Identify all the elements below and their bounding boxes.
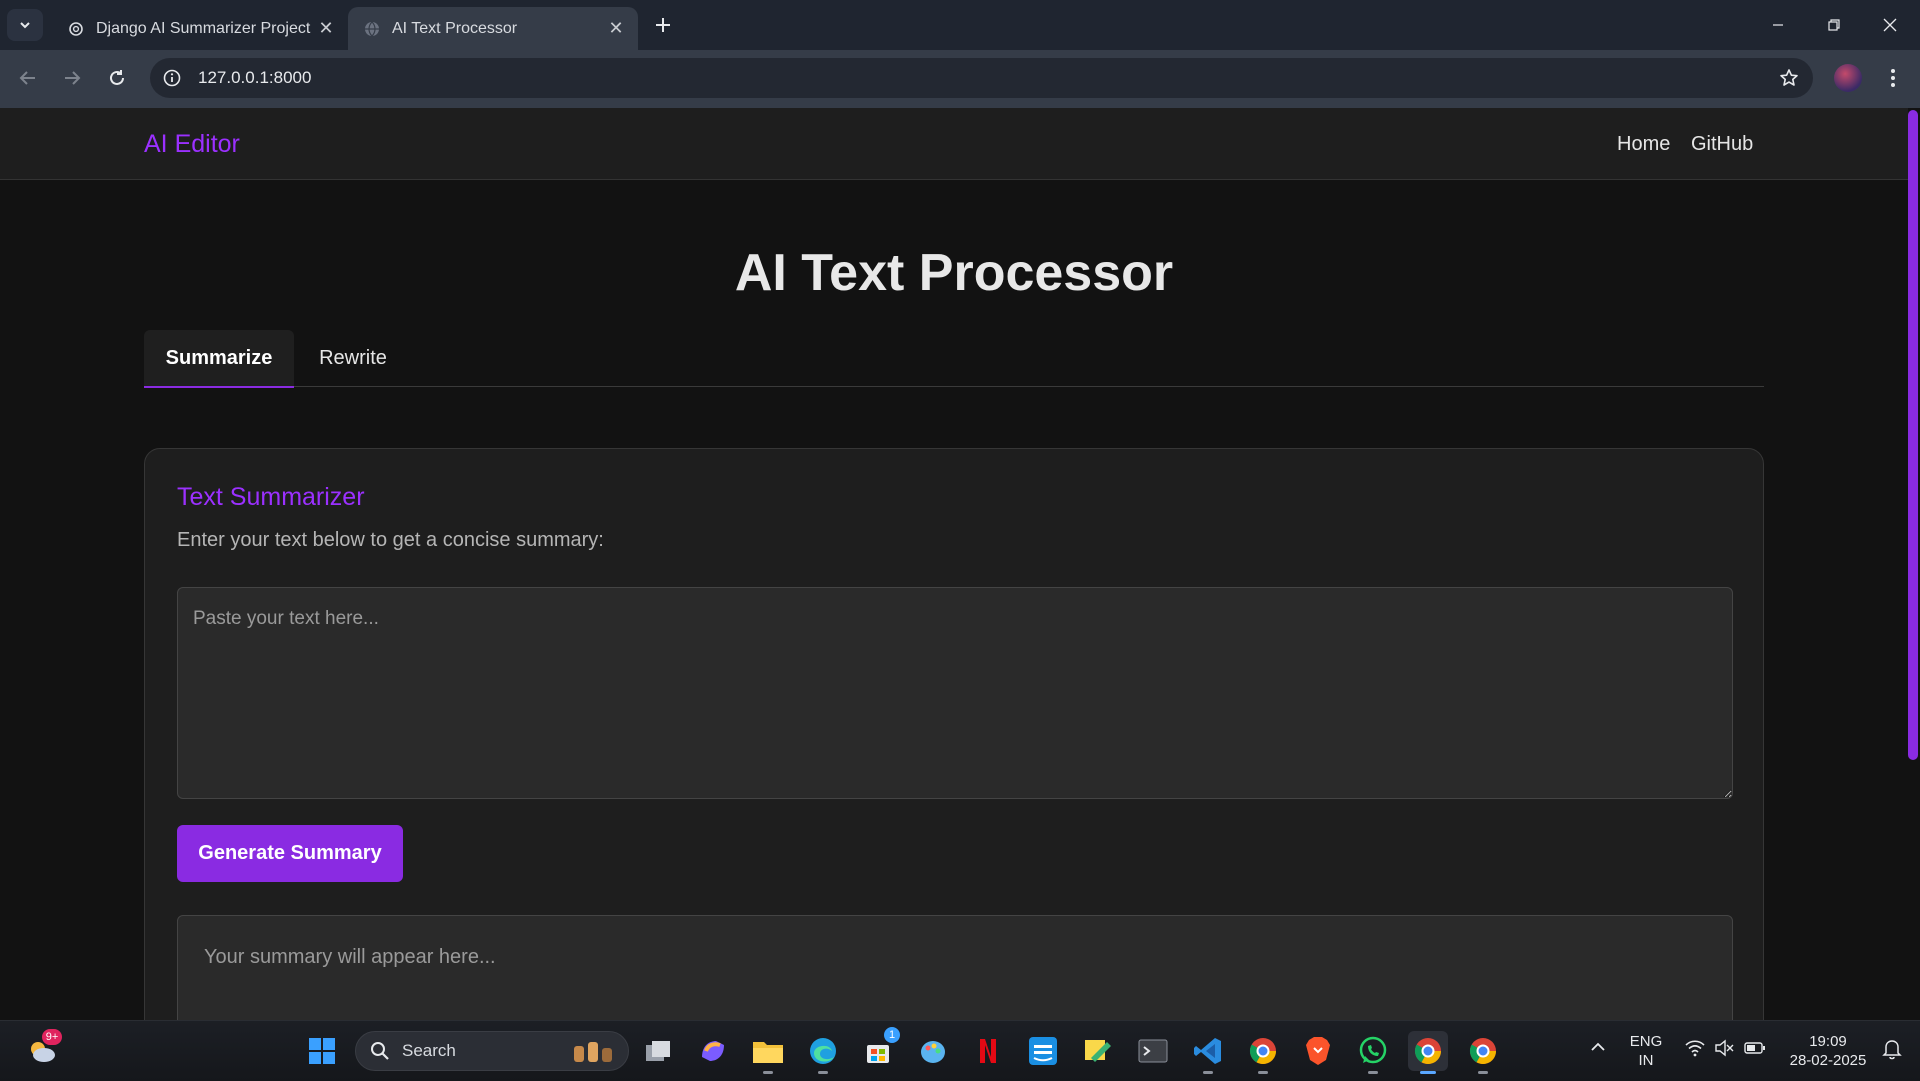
card-title: Text Summarizer [177,483,365,511]
new-tab-button[interactable] [648,10,678,40]
summarizer-card: Text Summarizer Enter your text below to… [144,448,1764,1020]
running-indicator [1420,1071,1436,1074]
summary-output-box: Your summary will appear here... [177,915,1733,1020]
microsoft-store-icon[interactable]: 1 [858,1027,900,1071]
running-indicator [1478,1071,1488,1074]
browser-tab-django[interactable]: Django AI Summarizer Project ✕ [52,7,348,50]
reload-icon [110,70,124,85]
browser-toolbar: 127.0.0.1:8000 [0,50,1920,109]
running-indicator [1258,1071,1268,1074]
search-label: Search [402,1041,456,1060]
tab-title: Django AI Summarizer Project [96,19,311,37]
back-button[interactable] [10,60,46,96]
browser-tab-ai-text-processor[interactable]: AI Text Processor ✕ [348,7,638,50]
tabs-divider [144,386,1764,387]
vscode-icon[interactable] [1188,1031,1228,1074]
taskbar: 9+ Search 1 ENG IN 19:09 28-02-2025 [0,1020,1920,1081]
nav-link-home[interactable]: Home [1617,133,1670,156]
chevron-down-icon [20,22,30,29]
netflix-icon[interactable] [968,1031,1008,1071]
minimize-button[interactable] [1750,0,1806,50]
url-text: 127.0.0.1:8000 [198,68,312,87]
brand-logo[interactable]: AI Editor [144,130,240,159]
card-description: Enter your text below to get a concise s… [177,529,604,551]
input-textarea[interactable] [177,587,1733,799]
edge-icon[interactable] [803,1031,843,1074]
nav-link-github[interactable]: GitHub [1691,133,1753,156]
page-viewport: AI Editor Home GitHub AI Text Processor … [0,108,1920,1020]
minimize-icon [1773,24,1783,26]
bookmark-star-icon[interactable] [1779,68,1799,93]
address-bar[interactable]: 127.0.0.1:8000 [150,58,1813,98]
weather-badge: 9+ [42,1029,62,1045]
summary-output-placeholder: Your summary will appear here... [204,946,496,968]
brave-icon[interactable] [1298,1031,1338,1071]
sticky-notes-icon[interactable] [1078,1031,1118,1071]
close-tab-icon[interactable]: ✕ [312,15,340,43]
page-title: AI Text Processor [734,244,1174,302]
terminal-icon[interactable] [1133,1031,1173,1071]
battery-icon[interactable] [1744,1040,1766,1061]
browser-menu-button[interactable] [1880,60,1906,96]
notification-bell-icon[interactable] [1882,1038,1902,1065]
running-indicator [1368,1071,1378,1074]
clock[interactable]: 19:09 28-02-2025 [1782,1032,1874,1070]
clock-time: 19:09 [1809,1033,1847,1050]
wifi-icon[interactable] [1685,1039,1705,1062]
running-indicator [818,1071,828,1074]
file-explorer-icon[interactable] [748,1031,788,1074]
tab-summarize[interactable]: Summarize [144,330,294,388]
chrome-active-icon[interactable] [1408,1031,1448,1074]
copilot-icon[interactable] [693,1031,733,1071]
whatsapp-icon[interactable] [1353,1031,1393,1074]
arrow-left-icon [19,71,35,85]
restore-button[interactable] [1806,0,1862,50]
chrome-profile-icon[interactable] [1243,1031,1283,1074]
site-navbar: AI Editor Home GitHub [0,108,1908,180]
language-indicator[interactable]: ENG IN [1624,1032,1668,1070]
volume-muted-icon[interactable] [1714,1039,1734,1062]
task-view-icon[interactable] [638,1031,678,1071]
browser-tab-strip: Django AI Summarizer Project ✕ AI Text P… [0,0,1920,50]
language-region: IN [1638,1052,1654,1069]
running-indicator [763,1071,773,1074]
paint-icon[interactable] [913,1031,953,1071]
site-info-icon[interactable] [162,68,182,88]
windows-logo-icon [309,1038,335,1064]
globe-favicon-icon [364,21,380,37]
profile-avatar[interactable] [1834,64,1862,92]
page-scrollbar[interactable] [1908,110,1918,760]
generate-summary-button[interactable]: Generate Summary [177,825,403,882]
tab-title: AI Text Processor [392,19,518,37]
start-button[interactable] [302,1031,342,1071]
running-indicator [1203,1071,1213,1074]
plus-icon [656,18,670,32]
forward-button[interactable] [54,60,90,96]
arrow-right-icon [65,71,81,85]
openai-favicon-icon [68,21,84,37]
weather-widget[interactable]: 9+ [22,1029,62,1071]
chrome-second-profile-icon[interactable] [1463,1031,1503,1074]
search-highlight-icon [574,1042,612,1062]
more-vertical-icon [1891,69,1895,87]
chevron-up-icon[interactable] [1590,1039,1606,1060]
tab-search-button[interactable] [7,9,43,41]
prime-video-icon[interactable] [1023,1031,1063,1071]
reload-button[interactable] [99,60,135,96]
store-badge: 1 [884,1027,900,1043]
search-icon [371,1042,389,1060]
clock-date: 28-02-2025 [1789,1052,1867,1069]
tab-rewrite[interactable]: Rewrite [296,330,410,386]
language-code: ENG [1629,1033,1663,1050]
close-window-button[interactable] [1862,0,1918,50]
restore-icon [1828,19,1840,31]
taskbar-search[interactable]: Search [355,1031,629,1071]
close-tab-icon[interactable]: ✕ [602,15,630,43]
close-icon [1883,18,1897,32]
